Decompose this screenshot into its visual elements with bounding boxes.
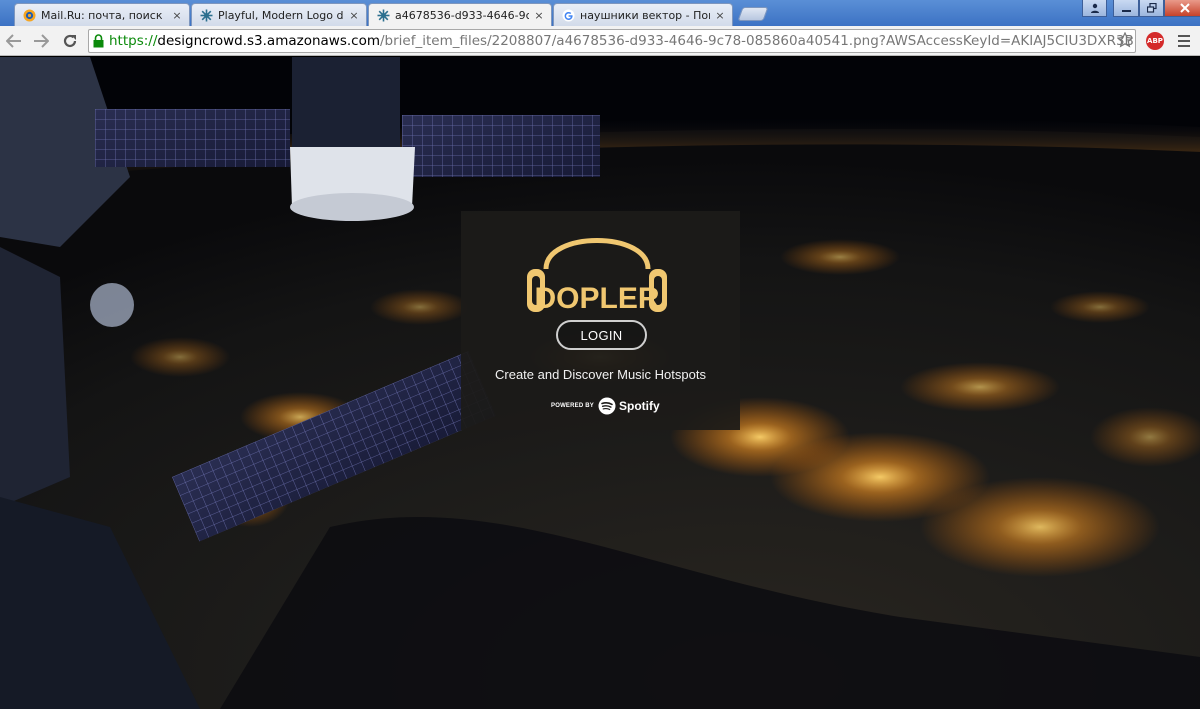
- restore-button[interactable]: [1139, 0, 1164, 17]
- mailru-icon: [23, 9, 36, 22]
- powered-by-label: POWERED BY: [551, 403, 595, 409]
- google-icon: [562, 9, 575, 22]
- url-text: https://designcrowd.s3.amazonaws.com/bri…: [109, 33, 1136, 49]
- powered-by-spotify: POWERED BY Spotify: [551, 395, 661, 417]
- window-close-button[interactable]: [1164, 0, 1200, 17]
- designcrowd-icon: [377, 9, 390, 22]
- reload-icon[interactable]: [60, 31, 80, 51]
- forward-arrow-icon[interactable]: [31, 31, 51, 51]
- brand-text: DOPLER: [534, 282, 659, 315]
- lock-icon: [93, 34, 104, 48]
- tab-title: Playful, Modern Logo des: [218, 8, 344, 22]
- tagline: Create and Discover Music Hotspots: [495, 367, 706, 382]
- close-icon[interactable]: ×: [714, 9, 726, 22]
- tab-active-image[interactable]: a4678536-d933-4646-9c7 ×: [368, 3, 552, 26]
- login-button[interactable]: LOGIN: [556, 320, 647, 350]
- tab-mailru[interactable]: Mail.Ru: почта, поиск в и ×: [14, 3, 190, 26]
- login-card: DOPLER LOGIN Create and Discover Music H…: [461, 211, 740, 430]
- tab-title: Mail.Ru: почта, поиск в и: [41, 8, 167, 22]
- bookmark-star-icon[interactable]: [1116, 31, 1134, 52]
- spotify-icon: [598, 397, 616, 415]
- close-icon[interactable]: ×: [533, 9, 545, 22]
- tab-strip: Mail.Ru: почта, поиск в и × Playful, Mod…: [0, 0, 1200, 26]
- menu-icon[interactable]: [1175, 32, 1193, 50]
- close-icon[interactable]: ×: [171, 9, 183, 22]
- tab-designcrowd-logo[interactable]: Playful, Modern Logo des ×: [191, 3, 367, 26]
- close-icon[interactable]: ×: [348, 9, 360, 22]
- image-viewport: DOPLER LOGIN Create and Discover Music H…: [0, 57, 1200, 709]
- dopler-headphones-logo: DOPLER: [527, 238, 667, 315]
- tab-title: a4678536-d933-4646-9c7: [395, 8, 529, 22]
- browser-window: Mail.Ru: почта, поиск в и × Playful, Mod…: [0, 0, 1200, 709]
- minimize-button[interactable]: [1113, 0, 1139, 17]
- designcrowd-icon: [200, 9, 213, 22]
- tab-google-search[interactable]: наушники вектор - Поис ×: [553, 3, 733, 26]
- new-tab-button[interactable]: [737, 7, 769, 21]
- tab-title: наушники вектор - Поис: [580, 8, 710, 22]
- back-arrow-icon[interactable]: [4, 31, 24, 51]
- spotify-label: Spotify: [619, 399, 660, 413]
- user-icon[interactable]: [1082, 0, 1107, 17]
- address-bar[interactable]: https://designcrowd.s3.amazonaws.com/bri…: [88, 29, 1136, 53]
- browser-toolbar: https://designcrowd.s3.amazonaws.com/bri…: [0, 26, 1200, 56]
- adblock-icon[interactable]: ABP: [1146, 32, 1164, 50]
- window-controls: [1082, 0, 1200, 17]
